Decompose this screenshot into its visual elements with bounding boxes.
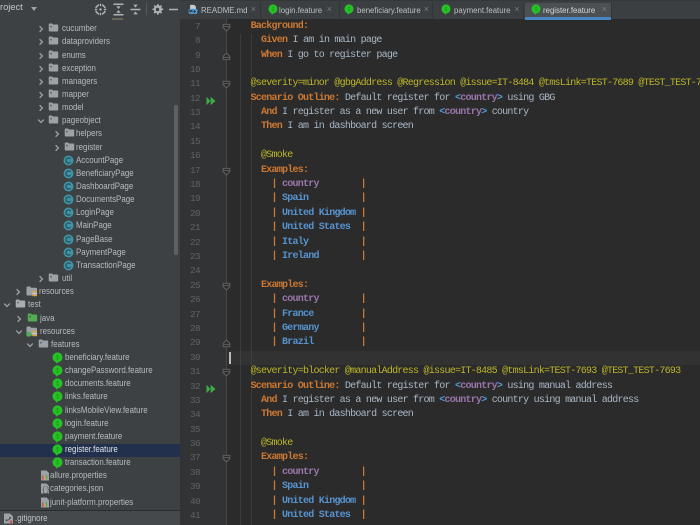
svg-text:{}: {} [42, 487, 50, 494]
